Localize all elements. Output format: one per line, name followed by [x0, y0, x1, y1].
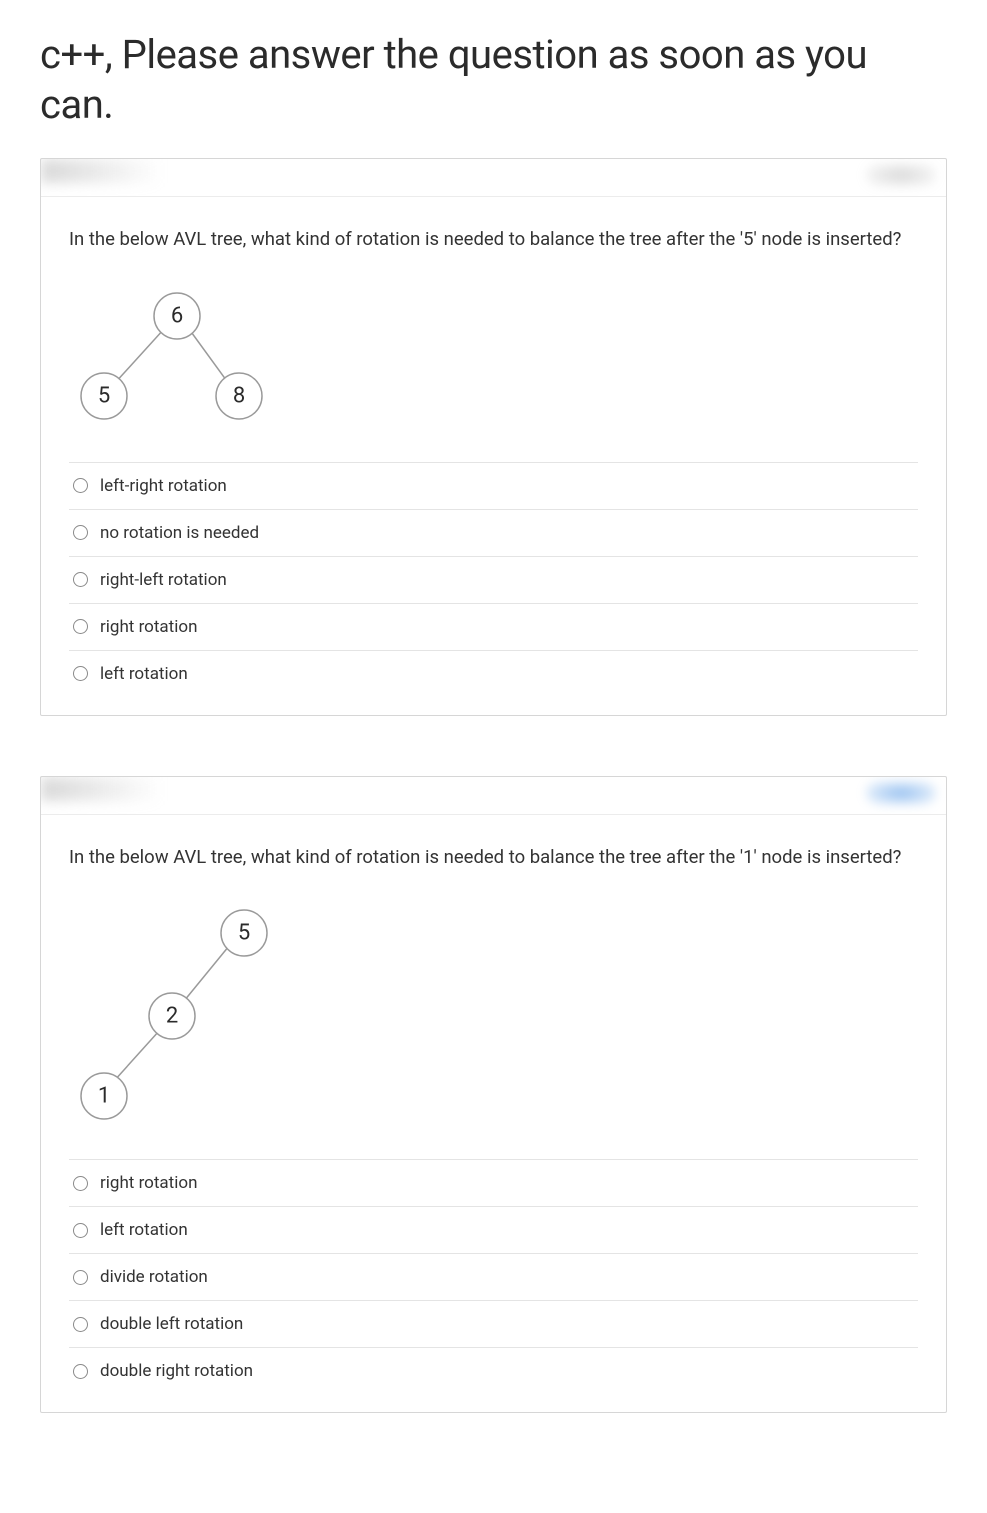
options-list: left-right rotation no rotation is neede…: [69, 462, 918, 697]
option-label: left-right rotation: [100, 476, 227, 496]
tree-node-left-left: 1: [98, 1084, 110, 1109]
option-label: no rotation is needed: [100, 523, 259, 543]
radio-icon: [73, 1176, 88, 1191]
card-header-smudge: [41, 777, 946, 815]
options-list: right rotation left rotation divide rota…: [69, 1159, 918, 1394]
option-row[interactable]: left rotation: [69, 651, 918, 697]
radio-icon: [73, 1270, 88, 1285]
option-label: left rotation: [100, 1220, 188, 1240]
radio-icon: [73, 1317, 88, 1332]
tree-node-root: 5: [238, 921, 250, 946]
radio-icon: [73, 478, 88, 493]
question-card-1: In the below AVL tree, what kind of rota…: [40, 158, 947, 716]
question-prompt: In the below AVL tree, what kind of rota…: [69, 843, 918, 872]
option-label: double right rotation: [100, 1361, 253, 1381]
tree-node-right: 8: [233, 383, 245, 408]
question-card-2: In the below AVL tree, what kind of rota…: [40, 776, 947, 1414]
option-row[interactable]: divide rotation: [69, 1254, 918, 1301]
page-title: c++, Please answer the question as soon …: [40, 30, 947, 130]
radio-icon: [73, 1223, 88, 1238]
option-row[interactable]: right rotation: [69, 1160, 918, 1207]
option-label: double left rotation: [100, 1314, 243, 1334]
option-row[interactable]: right rotation: [69, 604, 918, 651]
option-label: right rotation: [100, 1173, 197, 1193]
option-row[interactable]: left-right rotation: [69, 463, 918, 510]
avl-tree-diagram: 5 2 1: [69, 901, 918, 1131]
radio-icon: [73, 666, 88, 681]
tree-svg: 6 5 8: [69, 284, 289, 434]
radio-icon: [73, 1364, 88, 1379]
option-row[interactable]: left rotation: [69, 1207, 918, 1254]
tree-svg: 5 2 1: [69, 901, 309, 1131]
radio-icon: [73, 572, 88, 587]
question-prompt: In the below AVL tree, what kind of rota…: [69, 225, 918, 254]
card-header-smudge: [41, 159, 946, 197]
option-row[interactable]: right-left rotation: [69, 557, 918, 604]
tree-node-left: 5: [98, 383, 110, 408]
option-row[interactable]: double right rotation: [69, 1348, 918, 1394]
option-label: left rotation: [100, 664, 188, 684]
option-label: right-left rotation: [100, 570, 227, 590]
tree-node-left: 2: [166, 1004, 178, 1029]
option-row[interactable]: no rotation is needed: [69, 510, 918, 557]
option-label: right rotation: [100, 617, 197, 637]
option-label: divide rotation: [100, 1267, 208, 1287]
radio-icon: [73, 619, 88, 634]
radio-icon: [73, 525, 88, 540]
tree-node-root: 6: [171, 303, 183, 328]
option-row[interactable]: double left rotation: [69, 1301, 918, 1348]
avl-tree-diagram: 6 5 8: [69, 284, 918, 434]
